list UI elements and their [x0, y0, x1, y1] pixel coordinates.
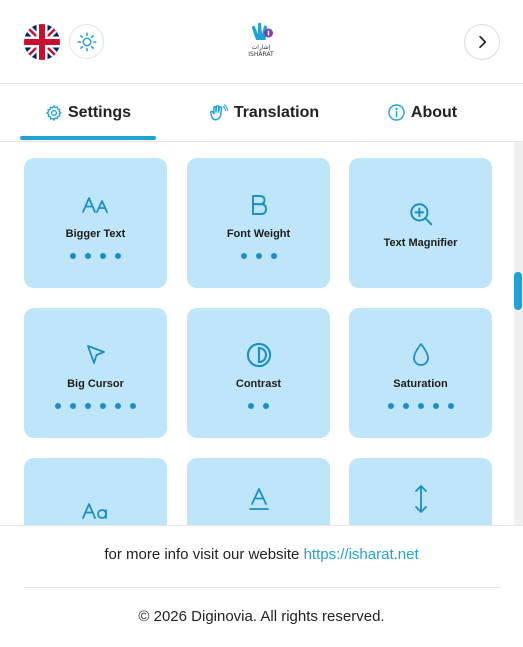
level-dot — [447, 402, 454, 409]
card-text-magnifier[interactable]: Text Magnifier — [349, 158, 492, 288]
level-dots — [240, 252, 277, 259]
level-dot — [100, 402, 106, 409]
logo-text-arabic: إشارات — [251, 44, 271, 51]
line-height-icon — [414, 485, 427, 513]
card-contrast[interactable]: Contrast — [187, 308, 330, 438]
website-link[interactable]: https://isharat.net — [304, 546, 419, 563]
level-dot — [85, 252, 91, 259]
scrollbar-thumb[interactable] — [514, 272, 522, 310]
active-tab-indicator — [20, 136, 156, 140]
settings-grid: Bigger Text Font Weight Text Magnifier B… — [0, 142, 514, 525]
gear-icon — [46, 104, 62, 121]
level-dots — [248, 402, 269, 409]
level-dot — [115, 402, 121, 409]
droplet-icon — [412, 342, 429, 366]
tab-settings-label: Settings — [67, 103, 132, 121]
footer-info-text: for more info visit our website — [104, 546, 300, 563]
card-bigger-text[interactable]: Bigger Text — [24, 158, 167, 288]
level-dot — [240, 252, 247, 259]
logo-text-latin: ISHARAT — [248, 51, 274, 58]
level-dot — [55, 402, 61, 409]
info-icon — [388, 104, 405, 121]
level-dot — [85, 402, 91, 409]
zoom-in-icon — [409, 203, 432, 226]
tab-about-label: About — [410, 103, 458, 121]
card-big-cursor[interactable]: Big Cursor — [24, 308, 167, 438]
tab-translation-label: Translation — [233, 103, 320, 121]
level-dot — [130, 402, 136, 409]
level-dot — [402, 402, 409, 409]
tab-about[interactable]: About — [362, 84, 482, 141]
level-dots — [387, 402, 454, 409]
level-dot — [263, 402, 269, 409]
card-line-height[interactable] — [349, 458, 492, 525]
scrollbar-track[interactable] — [514, 142, 523, 525]
card-label: Font Weight — [226, 227, 291, 240]
level-dots — [55, 402, 136, 409]
footer: for more info visit our website https://… — [0, 525, 523, 647]
card-label: Bigger Text — [65, 227, 126, 240]
tab-translation[interactable]: Translation — [188, 84, 338, 141]
tab-settings[interactable]: Settings — [20, 84, 156, 141]
isharat-logo-icon — [252, 22, 273, 40]
card-label: Text Magnifier — [383, 237, 458, 249]
footer-info: for more info visit our website https://… — [0, 546, 523, 563]
card-label: Saturation — [393, 377, 448, 390]
card-label: Contrast — [235, 377, 282, 390]
level-dot — [115, 252, 121, 259]
level-dot — [70, 402, 76, 409]
level-dot — [70, 252, 76, 259]
card-font-weight[interactable]: Font Weight — [187, 158, 330, 288]
contrast-icon — [246, 342, 271, 367]
level-dot — [255, 252, 262, 259]
cursor-icon — [86, 344, 105, 364]
card-text-underline[interactable] — [187, 458, 330, 525]
text-size-icon — [81, 196, 108, 213]
card-font[interactable] — [24, 458, 167, 525]
chevron-right-icon — [479, 35, 487, 49]
card-label: Big Cursor — [67, 377, 124, 390]
app-logo: إشارات ISHARAT — [238, 20, 284, 66]
sun-icon — [77, 32, 96, 51]
next-button[interactable] — [464, 24, 500, 60]
level-dot — [387, 402, 394, 409]
card-saturation[interactable]: Saturation — [349, 308, 492, 438]
tab-bar: Settings Translation About — [0, 84, 523, 142]
header: إشارات ISHARAT — [0, 0, 523, 84]
theme-toggle-button[interactable] — [69, 24, 104, 59]
bold-icon — [251, 194, 267, 215]
text-underline-icon — [248, 488, 269, 510]
level-dot — [248, 402, 254, 409]
level-dot — [432, 402, 439, 409]
uk-flag-icon[interactable] — [24, 24, 60, 60]
footer-divider — [24, 587, 500, 588]
font-icon — [81, 503, 107, 519]
level-dot — [270, 252, 277, 259]
level-dot — [100, 252, 106, 259]
hand-icon — [209, 103, 228, 120]
level-dots — [70, 252, 121, 259]
level-dot — [417, 402, 424, 409]
copyright-text: © 2026 Diginovia. All rights reserved. — [138, 608, 385, 625]
